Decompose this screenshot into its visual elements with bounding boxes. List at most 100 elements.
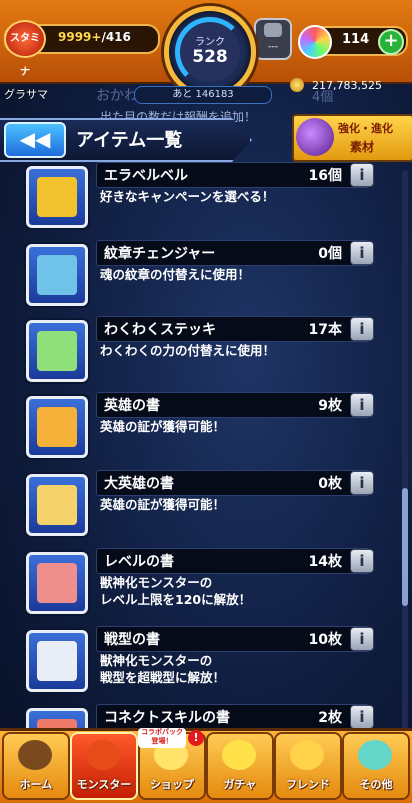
item-description: わくわくの力の付替えに使用！ [100, 343, 276, 358]
scrollbar-thumb[interactable] [402, 488, 408, 606]
device-text: --- [268, 42, 278, 52]
item-row[interactable]: 大英雄の書 0枚 i 英雄の証が獲得可能！ [24, 470, 384, 542]
item-row[interactable]: わくわくステッキ 17本 i わくわくの力の付替えに使用！ [24, 316, 384, 388]
item-name: コネクトスキルの書 [104, 710, 230, 726]
coin-count: 217,783,525 [312, 79, 382, 92]
item-glyph [37, 485, 77, 525]
item-count: 14枚 [308, 554, 342, 570]
scroll-icon[interactable] [26, 630, 88, 692]
evolution-banner-line2: 素材 [350, 140, 375, 154]
device-button[interactable]: --- [254, 18, 292, 60]
scrollbar-track[interactable] [402, 170, 408, 730]
wand-icon[interactable] [26, 320, 88, 382]
item-list[interactable]: エラベルベル 16個 i 好きなキャンペーンを選べる！ 紋章チェンジャー 0個 i 魂の紋章の… [0, 158, 412, 730]
item-count: 10枚 [308, 632, 342, 648]
nav-item-1[interactable]: モンスター [70, 732, 138, 800]
stamina-current: 9999+ [58, 30, 102, 44]
item-name: レベルの書 [104, 554, 174, 570]
item-info-button[interactable]: i [350, 163, 374, 187]
stamina-value: 9999+/416 [58, 30, 131, 44]
item-row[interactable]: 戦型の書 10枚 i 獣神化モンスターの 戦型を超戦型に解放！ [24, 626, 384, 698]
item-info-button[interactable]: i [350, 241, 374, 265]
stamina-max: /416 [101, 30, 131, 44]
monster-icon [86, 740, 120, 770]
item-row[interactable]: コネクトスキルの書 2枚 i [24, 704, 384, 730]
rank-value: 528 [192, 47, 228, 67]
item-glyph [37, 641, 77, 681]
next-rank-exp: あと 146183 [134, 86, 272, 104]
item-glyph [37, 407, 77, 447]
orb-icon [298, 25, 332, 59]
scroll-icon[interactable] [26, 552, 88, 614]
item-info-button[interactable]: i [350, 393, 374, 417]
nav-item-0[interactable]: ホーム [2, 732, 70, 800]
item-name: 英雄の書 [104, 398, 160, 414]
item-count: 0枚 [318, 476, 342, 492]
coin-icon [290, 78, 304, 92]
nav-label: モンスター [76, 778, 132, 791]
item-description: 獣神化モンスターの レベル上限を120に解放！ [100, 575, 252, 607]
item-row[interactable]: エラベルベル 16個 i 好きなキャンペーンを選べる！ [24, 162, 384, 234]
friend-icon [290, 740, 324, 770]
back-button[interactable]: ◀◀ [4, 122, 66, 158]
item-count: 16個 [308, 168, 342, 184]
item-count: 9枚 [318, 398, 342, 414]
alert-badge: ! [188, 730, 204, 746]
item-description: 獣神化モンスターの 戦型を超戦型に解放！ [100, 653, 226, 685]
stamina-gauge[interactable]: スタミナ 9999+/416 [4, 20, 160, 78]
item-description: 英雄の証が獲得可能！ [100, 497, 226, 512]
item-info-button[interactable]: i [350, 627, 374, 651]
nav-item-4[interactable]: フレンド [274, 732, 342, 800]
item-info-button[interactable]: i [350, 549, 374, 573]
device-icon [264, 23, 282, 37]
item-count: 2枚 [318, 710, 342, 726]
item-row[interactable]: レベルの書 14枚 i 獣神化モンスターの レベル上限を120に解放！ [24, 548, 384, 620]
gacha-icon [222, 740, 256, 770]
background-item-name: おかわ [96, 88, 138, 104]
item-glyph [37, 177, 77, 217]
item-row[interactable]: 紋章チェンジャー 0個 i 魂の紋章の付替えに使用！ [24, 240, 384, 312]
nav-label: ショップ [150, 778, 194, 791]
orb-count: 114 [342, 32, 370, 47]
item-name: 紋章チェンジャー [104, 246, 216, 262]
nav-item-5[interactable]: その他 [342, 732, 410, 800]
item-description: 英雄の証が獲得可能！ [100, 419, 226, 434]
evolution-material-icon [296, 118, 334, 156]
collab-badge: コラボパック登場！ [138, 728, 186, 748]
rank-label: ランク [195, 37, 225, 48]
home-icon [18, 740, 52, 770]
nav-label: その他 [359, 778, 393, 791]
page-title: アイテム一覧 [76, 130, 183, 151]
scroll-icon[interactable] [26, 708, 88, 730]
item-count: 17本 [308, 322, 342, 338]
item-info-button[interactable]: i [350, 317, 374, 341]
add-orb-button[interactable]: + [378, 29, 404, 55]
rank-badge[interactable]: ランク 528 [164, 6, 256, 98]
emblem-icon[interactable] [26, 244, 88, 306]
item-name: 戦型の書 [104, 632, 160, 648]
item-row[interactable]: 英雄の書 9枚 i 英雄の証が獲得可能！ [24, 392, 384, 464]
item-info-button[interactable]: i [350, 705, 374, 729]
item-info-button[interactable]: i [350, 471, 374, 495]
orb-counter: 114 + [298, 25, 408, 59]
other-icon [358, 740, 392, 770]
item-description: 好きなキャンペーンを選べる！ [100, 189, 275, 204]
item-count: 0個 [318, 246, 342, 262]
owner-name: グラサマ [4, 88, 48, 101]
evolution-material-banner[interactable]: 強化・進化 素材 [292, 114, 412, 162]
item-name: エラベルベル [104, 168, 188, 184]
bell-icon[interactable] [26, 166, 88, 228]
scroll-icon[interactable] [26, 474, 88, 536]
stamina-icon: スタミナ [4, 20, 46, 78]
nav-label: フレンド [286, 778, 330, 791]
item-name: わくわくステッキ [104, 322, 216, 338]
evolution-banner-line1: 強化・進化 [338, 122, 393, 135]
item-name: 大英雄の書 [104, 476, 174, 492]
nav-label: ホーム [19, 778, 53, 791]
scroll-icon[interactable] [26, 396, 88, 458]
item-description: 魂の紋章の付替えに使用！ [100, 267, 251, 282]
item-glyph [37, 563, 77, 603]
nav-item-3[interactable]: ガチャ [206, 732, 274, 800]
nav-label: ガチャ [223, 778, 257, 791]
item-glyph [37, 255, 77, 295]
